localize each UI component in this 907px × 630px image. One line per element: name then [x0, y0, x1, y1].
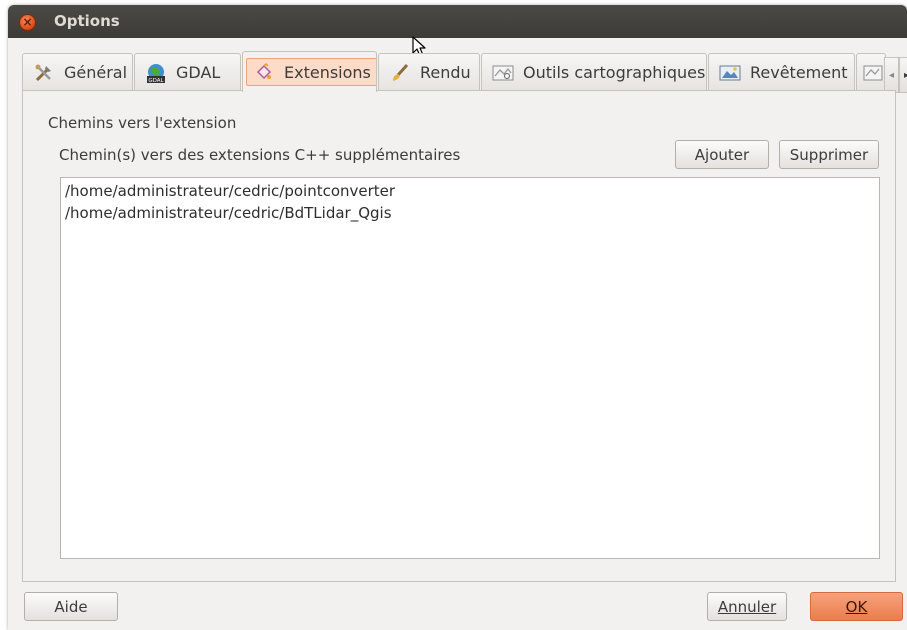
window-title: Options: [54, 12, 120, 30]
tab-label: GDAL: [176, 63, 221, 82]
title-bar: × Options: [8, 5, 907, 38]
tab-label: Extensions: [284, 62, 371, 82]
tools-icon: [33, 62, 55, 84]
tab-label: Revêtement: [750, 63, 848, 82]
cancel-button[interactable]: Annuler: [707, 592, 787, 621]
gdal-icon: GDAL: [145, 62, 167, 84]
tab-extensions[interactable]: Extensions: [242, 51, 377, 92]
map-tools-icon: [492, 62, 514, 84]
tab-scroll-buttons: ◂ ▸: [884, 57, 907, 93]
plugin-icon: [253, 61, 275, 83]
tab-bar: Général GDAL GDAL Extensions Rendu Outil…: [22, 51, 907, 93]
close-icon[interactable]: ×: [19, 14, 36, 31]
ok-button[interactable]: OK: [810, 592, 903, 621]
tab-scroll-left-icon[interactable]: ◂: [884, 57, 899, 93]
extensions-panel: Chemins vers l'extension Chemin(s) vers …: [22, 90, 896, 582]
remove-path-button[interactable]: Supprimer: [779, 140, 879, 169]
brush-icon: [389, 62, 411, 84]
tab-general[interactable]: Général: [22, 53, 133, 91]
tab-scroll-right-icon[interactable]: ▸: [899, 57, 907, 93]
paths-label: Chemin(s) vers des extensions C++ supplé…: [59, 146, 461, 164]
tab-label: Outils cartographiques: [523, 63, 706, 82]
map-icon: [862, 62, 884, 84]
help-button[interactable]: Aide: [24, 592, 118, 621]
tab-outils-cartographiques[interactable]: Outils cartographiques: [481, 53, 707, 91]
paths-list[interactable]: /home/administrateur/cedric/pointconvert…: [60, 177, 880, 559]
tab-rendu[interactable]: Rendu: [378, 53, 480, 91]
group-title: Chemins vers l'extension: [48, 114, 237, 132]
list-item[interactable]: /home/administrateur/cedric/BdTLidar_Qgi…: [65, 202, 875, 224]
options-dialog: × Options Général GDAL GDAL Extensions R…: [8, 5, 907, 630]
tab-label: Rendu: [420, 63, 471, 82]
tab-active-highlight: Extensions: [246, 58, 376, 86]
overlay-icon: [719, 62, 741, 84]
svg-text:GDAL: GDAL: [148, 78, 164, 84]
tab-revetement[interactable]: Revêtement: [708, 53, 855, 91]
tab-gdal[interactable]: GDAL GDAL: [134, 53, 241, 91]
list-item[interactable]: /home/administrateur/cedric/pointconvert…: [65, 180, 875, 202]
tab-overflow-partial[interactable]: [856, 53, 886, 91]
add-path-button[interactable]: Ajouter: [675, 140, 769, 169]
tab-label: Général: [64, 63, 128, 82]
